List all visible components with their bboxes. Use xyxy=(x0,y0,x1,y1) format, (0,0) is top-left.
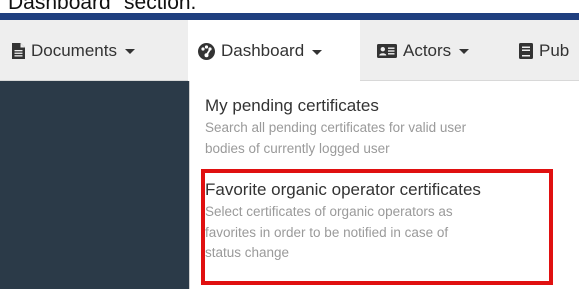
document-icon xyxy=(12,42,25,59)
id-card-icon xyxy=(377,43,397,58)
nav-item-actors[interactable]: Actors xyxy=(377,20,470,81)
chevron-down-icon xyxy=(459,49,470,54)
nav-item-pub-label: Pub xyxy=(539,40,570,60)
description-line: status change xyxy=(205,245,290,260)
chevron-down-icon xyxy=(312,49,323,55)
nav-item-actors-label: Actors xyxy=(403,40,452,60)
menu-item-description: Search all pending certificates for vali… xyxy=(205,118,565,159)
dark-sidebar-panel xyxy=(0,81,192,289)
top-brand-stripe xyxy=(0,13,579,20)
menu-item-description: Select certificates of organic operators… xyxy=(205,202,565,264)
menu-item-title: My pending certificates xyxy=(205,96,379,115)
chevron-down-icon xyxy=(124,49,135,54)
menu-item-title: Favorite organic operator certificates xyxy=(205,180,481,199)
nav-item-documents-label: Documents xyxy=(31,40,117,60)
dashboard-icon xyxy=(198,42,215,60)
description-line: favorites in order to be notified in cas… xyxy=(205,224,449,240)
menu-item-favorite-organic-operator-certificates[interactable]: Favorite organic operator certificates S… xyxy=(205,180,565,264)
dashboard-dropdown-menu: My pending certificates Search all pendi… xyxy=(189,81,579,289)
description-line: bodies of currently logged user xyxy=(205,140,390,156)
description-line: Search all pending certificates for vali… xyxy=(205,120,467,135)
nav-item-pub[interactable]: Pub xyxy=(519,20,569,81)
nav-item-documents[interactable]: Documents xyxy=(12,20,135,81)
main-navbar: Documents Dashboard Actors Pub xyxy=(0,20,579,82)
nav-item-dashboard-label: Dashboard xyxy=(221,41,305,60)
book-icon xyxy=(519,42,533,59)
description-line: Select certificates of organic operators… xyxy=(205,204,453,219)
nav-item-dashboard[interactable]: Dashboard xyxy=(188,20,360,82)
menu-item-my-pending-certificates[interactable]: My pending certificates Search all pendi… xyxy=(205,96,565,159)
